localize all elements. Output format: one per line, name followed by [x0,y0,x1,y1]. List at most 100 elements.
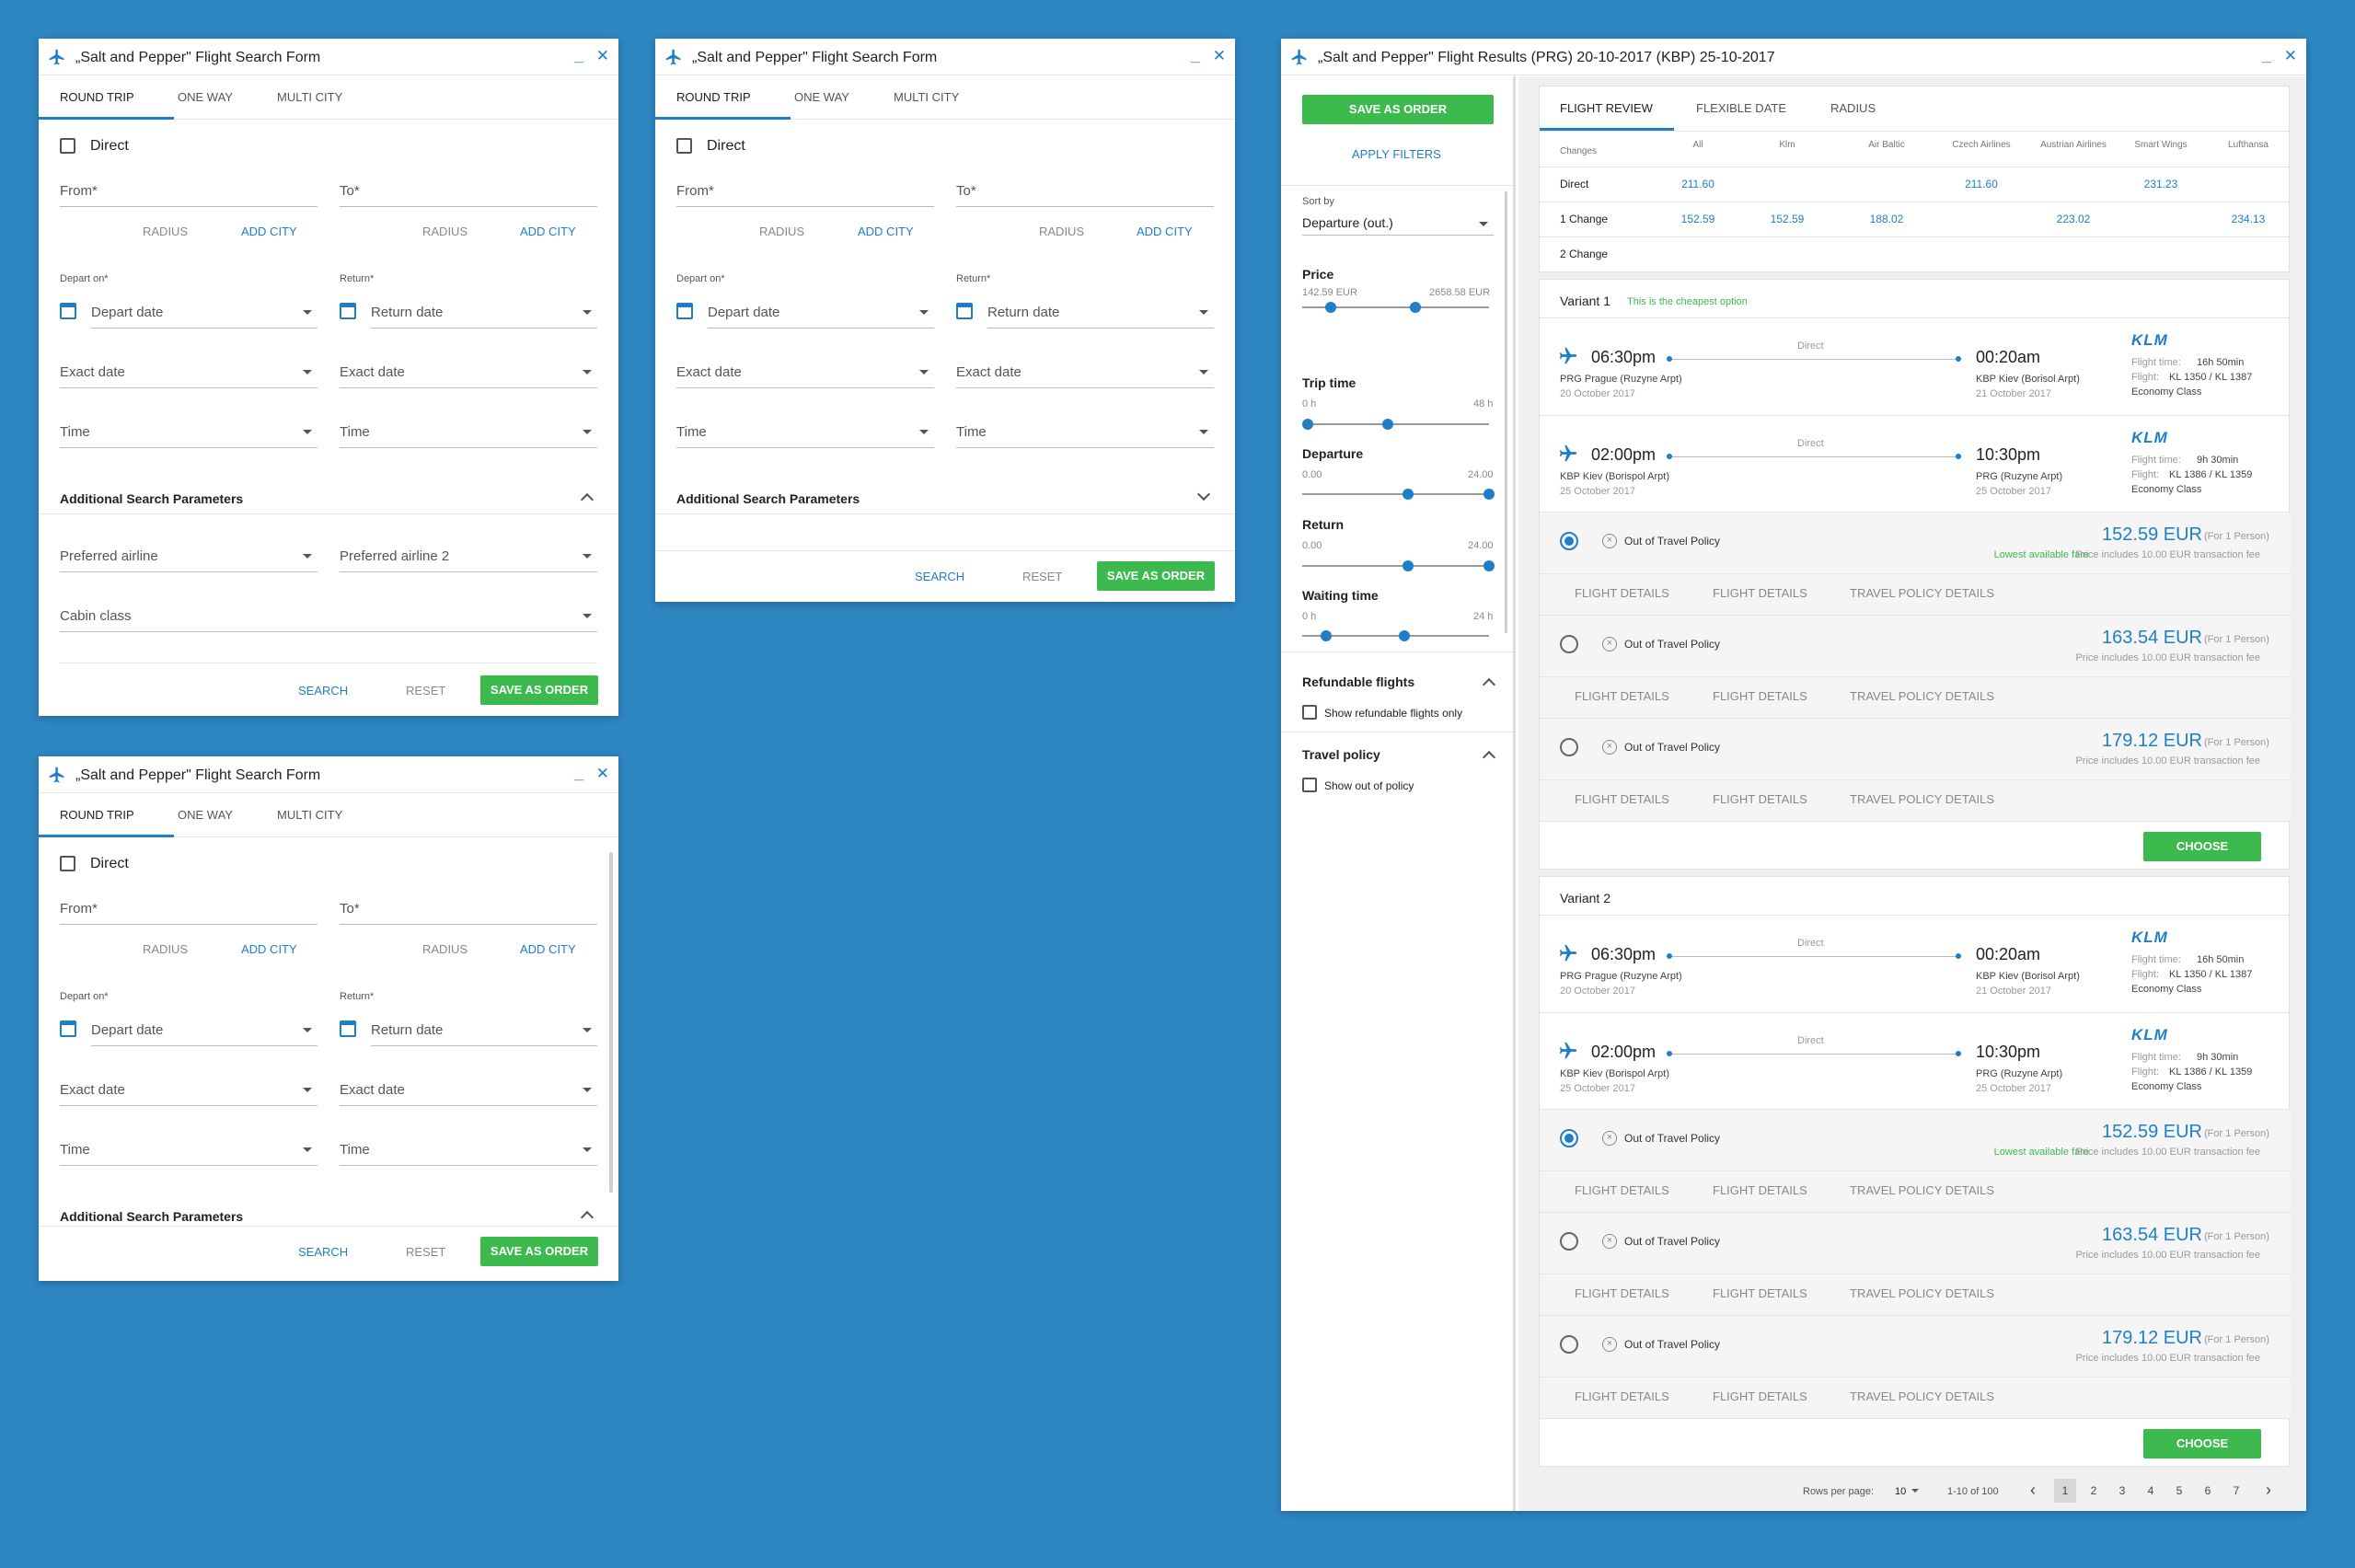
to-field[interactable]: To* [340,888,597,925]
exact-date-select[interactable]: Exact date [60,352,317,388]
fare-option[interactable]: × Out of Travel Policy 179.12 EUR (For 1 Pe… [1540,1316,2291,1419]
add-city-button[interactable]: ADD CITY [241,225,297,238]
page-button[interactable]: 4 [2140,1479,2162,1503]
exact-date-select[interactable]: Exact date [340,352,597,388]
flight-details-button[interactable]: FLIGHT DETAILS [1575,586,1669,600]
chevron-left-icon[interactable]: ‹ [2030,1481,2036,1500]
preferred-airline-select[interactable]: Preferred airline [60,536,317,572]
minimize-icon[interactable]: _ [574,46,583,65]
fare-radio[interactable] [1560,738,1578,756]
reset-button[interactable]: RESET [406,684,445,698]
fare-option[interactable]: × Out of Travel Policy 152.59 EUR (For 1 Pe… [1540,513,2291,616]
chevron-up-icon[interactable] [580,1210,595,1225]
price-slider-max-handle[interactable] [1410,302,1421,313]
tab-multi-city[interactable]: MULTI CITY [277,808,342,822]
flight-details-button[interactable]: FLIGHT DETAILS [1713,689,1807,703]
exact-date-select[interactable]: Exact date [956,352,1214,388]
travel-policy-details-button[interactable]: TRAVEL POLICY DETAILS [1850,689,1994,703]
dropdown-caret-icon[interactable] [1911,1489,1919,1493]
sidebar-scrollbar[interactable] [1505,191,1507,633]
price-slider-min-handle[interactable] [1325,302,1336,313]
page-button[interactable]: 6 [2197,1479,2219,1503]
minimize-icon[interactable]: _ [574,764,583,783]
direct-checkbox[interactable] [60,856,75,871]
matrix-price-link[interactable]: 152.59 [1755,213,1819,225]
flight-details-button[interactable]: FLIGHT DETAILS [1575,792,1669,806]
departure-slider-max-handle[interactable] [1483,489,1495,500]
from-field[interactable]: From* [676,170,934,207]
radius-button[interactable]: RADIUS [1039,225,1084,238]
departure-slider-min-handle[interactable] [1403,489,1414,500]
policy-section-header[interactable]: Travel policy [1302,747,1380,762]
scrollbar[interactable] [609,852,613,1193]
time-select[interactable]: Time [956,411,1214,448]
matrix-price-link[interactable]: 223.02 [2032,213,2115,225]
flight-details-button[interactable]: FLIGHT DETAILS [1713,1183,1807,1197]
flight-details-button[interactable]: FLIGHT DETAILS [1575,1286,1669,1300]
add-city-button[interactable]: ADD CITY [1137,225,1193,238]
matrix-price-link[interactable]: 152.59 [1666,213,1730,225]
matrix-price-link[interactable]: 211.60 [1666,178,1730,190]
depart-date-field[interactable]: Depart date [708,292,934,329]
close-icon[interactable]: ✕ [596,47,609,65]
matrix-price-link[interactable]: 231.23 [2119,178,2202,190]
direct-checkbox[interactable] [60,138,75,154]
page-button[interactable]: 3 [2111,1479,2133,1503]
waiting-slider-max-handle[interactable] [1399,630,1410,641]
return-date-field[interactable]: Return date [987,292,1214,329]
additional-params-header[interactable]: Additional Search Parameters [676,491,860,506]
depart-date-field[interactable]: Depart date [91,292,317,329]
time-select[interactable]: Time [60,411,317,448]
time-select[interactable]: Time [60,1129,317,1166]
additional-params-header[interactable]: Additional Search Parameters [60,1209,243,1224]
additional-params-header[interactable]: Additional Search Parameters [60,491,243,506]
minimize-icon[interactable]: _ [1191,46,1200,65]
reset-button[interactable]: RESET [1022,570,1062,583]
matrix-price-link[interactable]: 188.02 [1845,213,1928,225]
fare-radio[interactable] [1560,1129,1578,1147]
trip-slider-max-handle[interactable] [1382,419,1393,430]
depart-date-field[interactable]: Depart date [91,1009,317,1046]
save-as-order-button[interactable]: SAVE AS ORDER [480,675,598,705]
tab-flight-review[interactable]: FLIGHT REVIEW [1560,101,1653,115]
fare-option[interactable]: × Out of Travel Policy 179.12 EUR (For 1 Pe… [1540,719,2291,822]
close-icon[interactable]: ✕ [2284,47,2297,65]
fare-option[interactable]: × Out of Travel Policy 163.54 EUR (For 1 Pe… [1540,616,2291,719]
from-field[interactable]: From* [60,888,317,925]
tab-one-way[interactable]: ONE WAY [178,90,233,104]
flight-details-button[interactable]: FLIGHT DETAILS [1575,1183,1669,1197]
fare-radio[interactable] [1560,635,1578,653]
flight-details-button[interactable]: FLIGHT DETAILS [1713,792,1807,806]
apply-filters-button[interactable]: APPLY FILTERS [1352,147,1441,161]
cabin-class-select[interactable]: Cabin class [60,595,597,632]
to-field[interactable]: To* [956,170,1214,207]
tab-round-trip[interactable]: ROUND TRIP [60,808,134,822]
search-button[interactable]: SEARCH [298,1245,348,1259]
tab-round-trip[interactable]: ROUND TRIP [60,90,134,104]
matrix-price-link[interactable]: 211.60 [1940,178,2023,190]
flight-details-button[interactable]: FLIGHT DETAILS [1713,586,1807,600]
choose-button[interactable]: CHOOSE [2143,832,2261,861]
rows-per-page-select[interactable]: 10 [1895,1486,1906,1497]
choose-button[interactable]: CHOOSE [2143,1429,2261,1458]
exact-date-select[interactable]: Exact date [676,352,934,388]
travel-policy-details-button[interactable]: TRAVEL POLICY DETAILS [1850,792,1994,806]
fare-radio[interactable] [1560,1232,1578,1251]
travel-policy-details-button[interactable]: TRAVEL POLICY DETAILS [1850,1286,1994,1300]
flight-details-button[interactable]: FLIGHT DETAILS [1575,689,1669,703]
travel-policy-details-button[interactable]: TRAVEL POLICY DETAILS [1850,586,1994,600]
matrix-price-link[interactable]: 234.13 [2211,213,2285,225]
add-city-button[interactable]: ADD CITY [241,942,297,956]
radius-button[interactable]: RADIUS [143,942,188,956]
time-select[interactable]: Time [340,1129,597,1166]
radius-button[interactable]: RADIUS [143,225,188,238]
tab-multi-city[interactable]: MULTI CITY [277,90,342,104]
chevron-up-icon[interactable] [1482,677,1496,692]
chevron-up-icon[interactable] [1482,750,1496,765]
page-button[interactable]: 5 [2168,1479,2190,1503]
from-field[interactable]: From* [60,170,317,207]
flight-details-button[interactable]: FLIGHT DETAILS [1713,1389,1807,1403]
return-date-field[interactable]: Return date [371,1009,597,1046]
tab-multi-city[interactable]: MULTI CITY [894,90,959,104]
fare-option[interactable]: × Out of Travel Policy 152.59 EUR (For 1 Pe… [1540,1110,2291,1213]
